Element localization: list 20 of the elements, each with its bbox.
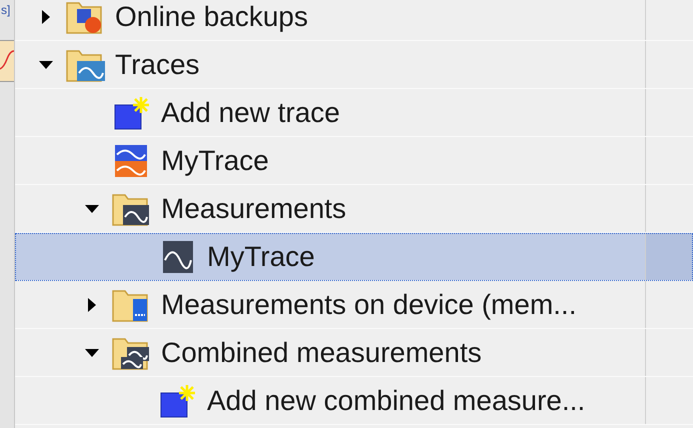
- tree-item[interactable]: Combined measurements: [15, 329, 693, 377]
- item-label: Traces: [115, 48, 200, 80]
- item-label: Combined measurements: [161, 336, 482, 368]
- tree-item[interactable]: Measurements on device (mem...: [15, 281, 693, 329]
- tree-item[interactable]: Traces: [15, 41, 693, 89]
- panel-label: s]: [1, 2, 12, 19]
- item-label: Add new trace: [161, 96, 340, 128]
- tree-item[interactable]: Online backups: [15, 0, 693, 41]
- tree-item[interactable]: MyTrace: [15, 233, 693, 281]
- tree-item[interactable]: MyTrace: [15, 137, 693, 185]
- item-label: Measurements: [161, 192, 346, 224]
- item-label: Add new combined measure...: [207, 384, 586, 416]
- tree-item[interactable]: Add new combined measure...: [15, 377, 693, 425]
- chart-icon: [0, 40, 14, 82]
- item-label: MyTrace: [161, 144, 269, 176]
- item-label: Online backups: [115, 0, 308, 32]
- tree-item[interactable]: Add new trace: [15, 89, 693, 137]
- folder-database-icon: [65, 0, 105, 34]
- item-label: Measurements on device (mem...: [161, 288, 576, 320]
- item-label: MyTrace: [207, 240, 315, 272]
